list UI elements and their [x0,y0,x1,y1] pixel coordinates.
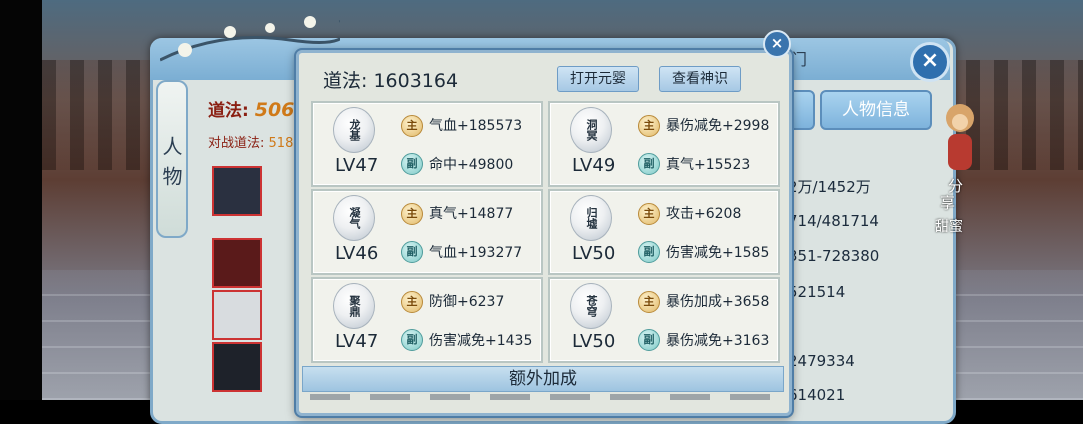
battle-daofa-value: 518 [268,136,294,151]
daofa-label: 道法: [208,101,249,121]
sub-attr-text: 气血+193277 [429,245,523,261]
stat-value: 2479334 [788,352,855,370]
main-attr-icon: 主 [401,291,423,313]
card-level: LV46 [335,243,379,264]
sub-attr-icon: 副 [638,329,660,351]
stat-value: 351-728380 [788,247,880,265]
yuanying-card[interactable]: 龙基 LV47 主 气血+185573 副 命中+49800 [311,101,543,187]
character-info-button[interactable]: 人物信息 [820,90,932,130]
sub-attr-text: 真气+15523 [666,157,751,173]
main-attr-text: 防御+6237 [429,294,505,310]
card-level: LV50 [572,331,616,352]
main-attr-text: 暴伤减免+2998 [666,118,770,134]
equipment-slot-armor[interactable] [212,342,262,392]
yuanying-card[interactable]: 苍穹 LV50 主 暴伤加成+3658 副 暴伤减免+3163 [548,277,780,363]
sub-attr-icon: 副 [401,329,423,351]
card-level: LV50 [572,243,616,264]
main-attr-icon: 主 [401,203,423,225]
left-letterbox [0,0,42,400]
stat-value: 2万/1452万 [788,178,871,196]
sub-attr-text: 暴伤减免+3163 [666,333,770,349]
equipment-slot-weapon[interactable] [212,238,262,288]
stat-value: 521514 [788,283,846,301]
main-attr-icon: 主 [638,115,660,137]
card-level: LV47 [335,155,379,176]
yuanying-card[interactable]: 凝气 LV46 主 真气+14877 副 气血+193277 [311,189,543,275]
gem-icon: 凝气 [333,195,375,241]
popup-daofa-total: 道法: 1603164 [323,70,459,92]
gem-icon: 龙基 [333,107,375,153]
sub-attr-icon: 副 [401,241,423,263]
view-shenshi-button[interactable]: 查看神识 [659,66,741,92]
main-attr-text: 气血+185573 [429,118,523,134]
sub-attr-icon: 副 [638,241,660,263]
main-attr-icon: 主 [401,115,423,137]
sub-attr-text: 伤害减免+1435 [429,333,533,349]
popup-close-button[interactable]: × [763,30,791,58]
tab-character[interactable]: 人物 [156,80,188,238]
extra-bonus-content-cutoff [310,394,780,400]
panel-close-button[interactable]: × [910,42,950,82]
battle-daofa-label: 对战道法: [208,136,265,151]
daofa-summary: 道法: 506 [208,96,294,121]
extra-bonus-header: 额外加成 [302,366,784,392]
gem-icon: 聚鼎 [333,283,375,329]
gem-icon: 洞冥 [570,107,612,153]
yuanying-card[interactable]: 归墟 LV50 主 攻击+6208 副 伤害减免+1585 [548,189,780,275]
battle-daofa-summary: 对战道法: 518 [208,132,293,151]
stat-value: 714/481714 [788,212,879,230]
main-attr-icon: 主 [638,291,660,313]
yuanying-card[interactable]: 聚鼎 LV47 主 防御+6237 副 伤害减免+1435 [311,277,543,363]
main-attr-icon: 主 [638,203,660,225]
equipment-slot-boots[interactable] [212,290,262,340]
main-attr-text: 攻击+6208 [666,206,742,222]
sub-attr-text: 伤害减免+1585 [666,245,770,261]
yuanying-card[interactable]: 洞冥 LV49 主 暴伤减免+2998 副 真气+15523 [548,101,780,187]
gem-icon: 苍穹 [570,283,612,329]
open-yuanying-button[interactable]: 打开元婴 [557,66,639,92]
main-attr-text: 真气+14877 [429,206,514,222]
sub-attr-text: 命中+49800 [429,157,514,173]
stat-value: 614021 [788,386,846,404]
sweet-label: 甜蜜 [935,219,963,235]
card-level: LV47 [335,331,379,352]
sub-attr-icon: 副 [638,153,660,175]
monkey-mascot-icon [946,104,974,170]
sub-attr-icon: 副 [401,153,423,175]
card-level: LV49 [572,155,616,176]
daofa-value: 506 [254,99,295,121]
share-label[interactable]: 分 享 [940,178,963,212]
main-attr-text: 暴伤加成+3658 [666,294,770,310]
gem-icon: 归墟 [570,195,612,241]
equipment-slot-talisman[interactable] [212,166,262,216]
